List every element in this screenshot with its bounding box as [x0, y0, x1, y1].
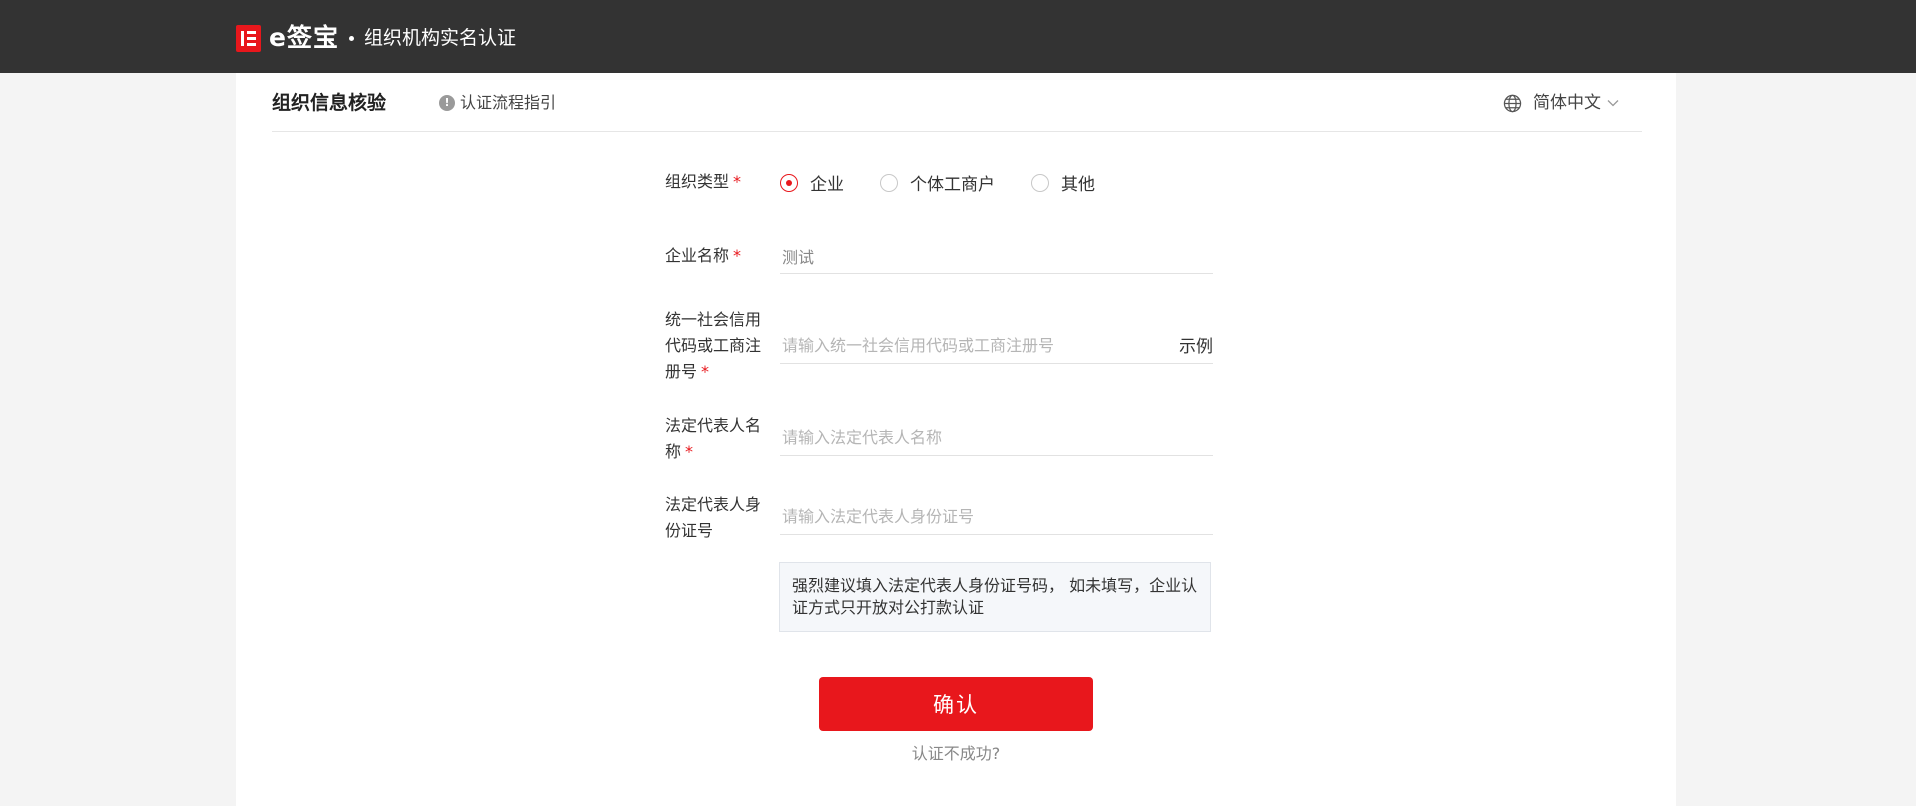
radio-enterprise-label: 企业 [810, 175, 844, 195]
required-mark: * [733, 246, 742, 265]
org-type-radio-group: 企业 个体工商户 其他 [780, 170, 1131, 195]
legal-rep-name-field [780, 420, 1213, 456]
credit-code-label: 统一社会信用代码或工商注册号 * [665, 310, 762, 381]
chevron-down-icon [1607, 100, 1619, 107]
company-name-input[interactable] [780, 238, 1213, 273]
required-mark: * [733, 172, 742, 191]
radio-other[interactable]: 其他 [1031, 170, 1095, 195]
page-title: 组织机构实名认证 [363, 27, 516, 49]
company-name-field [780, 238, 1213, 274]
brand-separator-dot [348, 35, 354, 41]
language-label: 简体中文 [1533, 93, 1601, 113]
auth-failed-link[interactable]: 认证不成功? [819, 743, 1093, 765]
info-icon: ! [439, 95, 455, 111]
legal-rep-name-label: 法定代表人名称 * [665, 416, 762, 461]
radio-unselected-icon[interactable] [880, 173, 898, 192]
brand[interactable]: e签宝 组织机构实名认证 [236, 24, 516, 52]
top-navigation-bar: e签宝 组织机构实名认证 [0, 0, 1916, 73]
legal-rep-id-field [780, 499, 1213, 535]
confirm-button[interactable]: 确认 [819, 677, 1093, 731]
radio-unselected-icon[interactable] [1031, 173, 1049, 192]
credit-code-field: 示例 [780, 328, 1213, 364]
radio-selected-icon[interactable] [780, 173, 798, 192]
legal-rep-id-label: 法定代表人身份证号 [665, 495, 762, 540]
auth-guide-label: 认证流程指引 [460, 93, 557, 112]
example-link[interactable]: 示例 [1179, 336, 1213, 358]
org-type-label: 组织类型 * [665, 172, 742, 191]
radio-other-label: 其他 [1061, 175, 1095, 195]
radio-individual-business-label: 个体工商户 [910, 175, 995, 195]
language-selector[interactable]: 简体中文 [1503, 92, 1630, 114]
brand-name: e签宝 [269, 23, 339, 52]
id-recommendation-tip: 强烈建议填入法定代表人身份证号码， 如未填写，企业认证方式只开放对公打款认证 [779, 562, 1211, 632]
auth-guide-link[interactable]: ! 认证流程指引 [439, 92, 556, 114]
required-mark: * [685, 442, 694, 461]
radio-individual-business[interactable]: 个体工商户 [880, 170, 995, 195]
esign-logo-icon [236, 24, 261, 52]
globe-icon [1503, 94, 1522, 112]
legal-rep-id-input[interactable] [780, 499, 1213, 534]
section-title: 组织信息核验 [272, 92, 387, 114]
legal-rep-name-input[interactable] [780, 420, 1213, 455]
radio-enterprise[interactable]: 企业 [780, 170, 844, 195]
required-mark: * [701, 362, 710, 381]
credit-code-input[interactable] [780, 328, 1160, 363]
company-name-label: 企业名称 * [665, 246, 742, 265]
section-header: 组织信息核验 ! 认证流程指引 简体中文 [272, 73, 1642, 132]
